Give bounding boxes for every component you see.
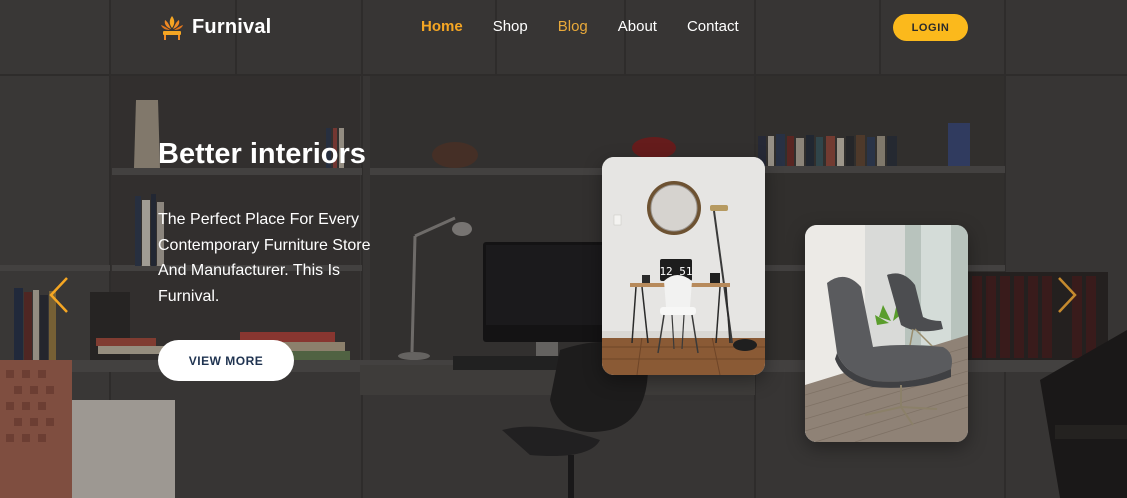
nav-shop[interactable]: Shop xyxy=(493,18,528,36)
product-card-desk[interactable]: 12 51 xyxy=(602,157,765,375)
chevron-left-icon xyxy=(49,277,68,313)
brand-name: Furnival xyxy=(192,15,272,38)
desk-setup-image: 12 51 xyxy=(602,157,765,375)
chevron-right-icon xyxy=(1058,277,1077,313)
hero-section: Furnival Home Shop Blog About Contact LO… xyxy=(0,0,1127,498)
slider-prev-button[interactable] xyxy=(48,276,70,314)
nav-contact[interactable]: Contact xyxy=(687,18,739,36)
main-nav: Home Shop Blog About Contact xyxy=(421,18,769,36)
hero-title: Better interiors xyxy=(158,138,366,170)
slider-next-button[interactable] xyxy=(1056,276,1078,314)
site-header: Furnival Home Shop Blog About Contact LO… xyxy=(0,0,1127,56)
lotus-chair-icon xyxy=(161,16,183,40)
nav-about[interactable]: About xyxy=(618,18,657,36)
nav-home[interactable]: Home xyxy=(421,18,463,36)
nav-blog[interactable]: Blog xyxy=(558,18,588,36)
product-card-lounge[interactable] xyxy=(805,225,968,442)
lounge-chairs-image xyxy=(805,225,968,442)
hero-description: The Perfect Place For Every Contemporary… xyxy=(158,211,371,305)
login-button[interactable]: LOGIN xyxy=(893,14,968,41)
brand-logo[interactable]: Furnival xyxy=(160,13,271,41)
view-more-button[interactable]: VIEW MORE xyxy=(158,340,294,381)
